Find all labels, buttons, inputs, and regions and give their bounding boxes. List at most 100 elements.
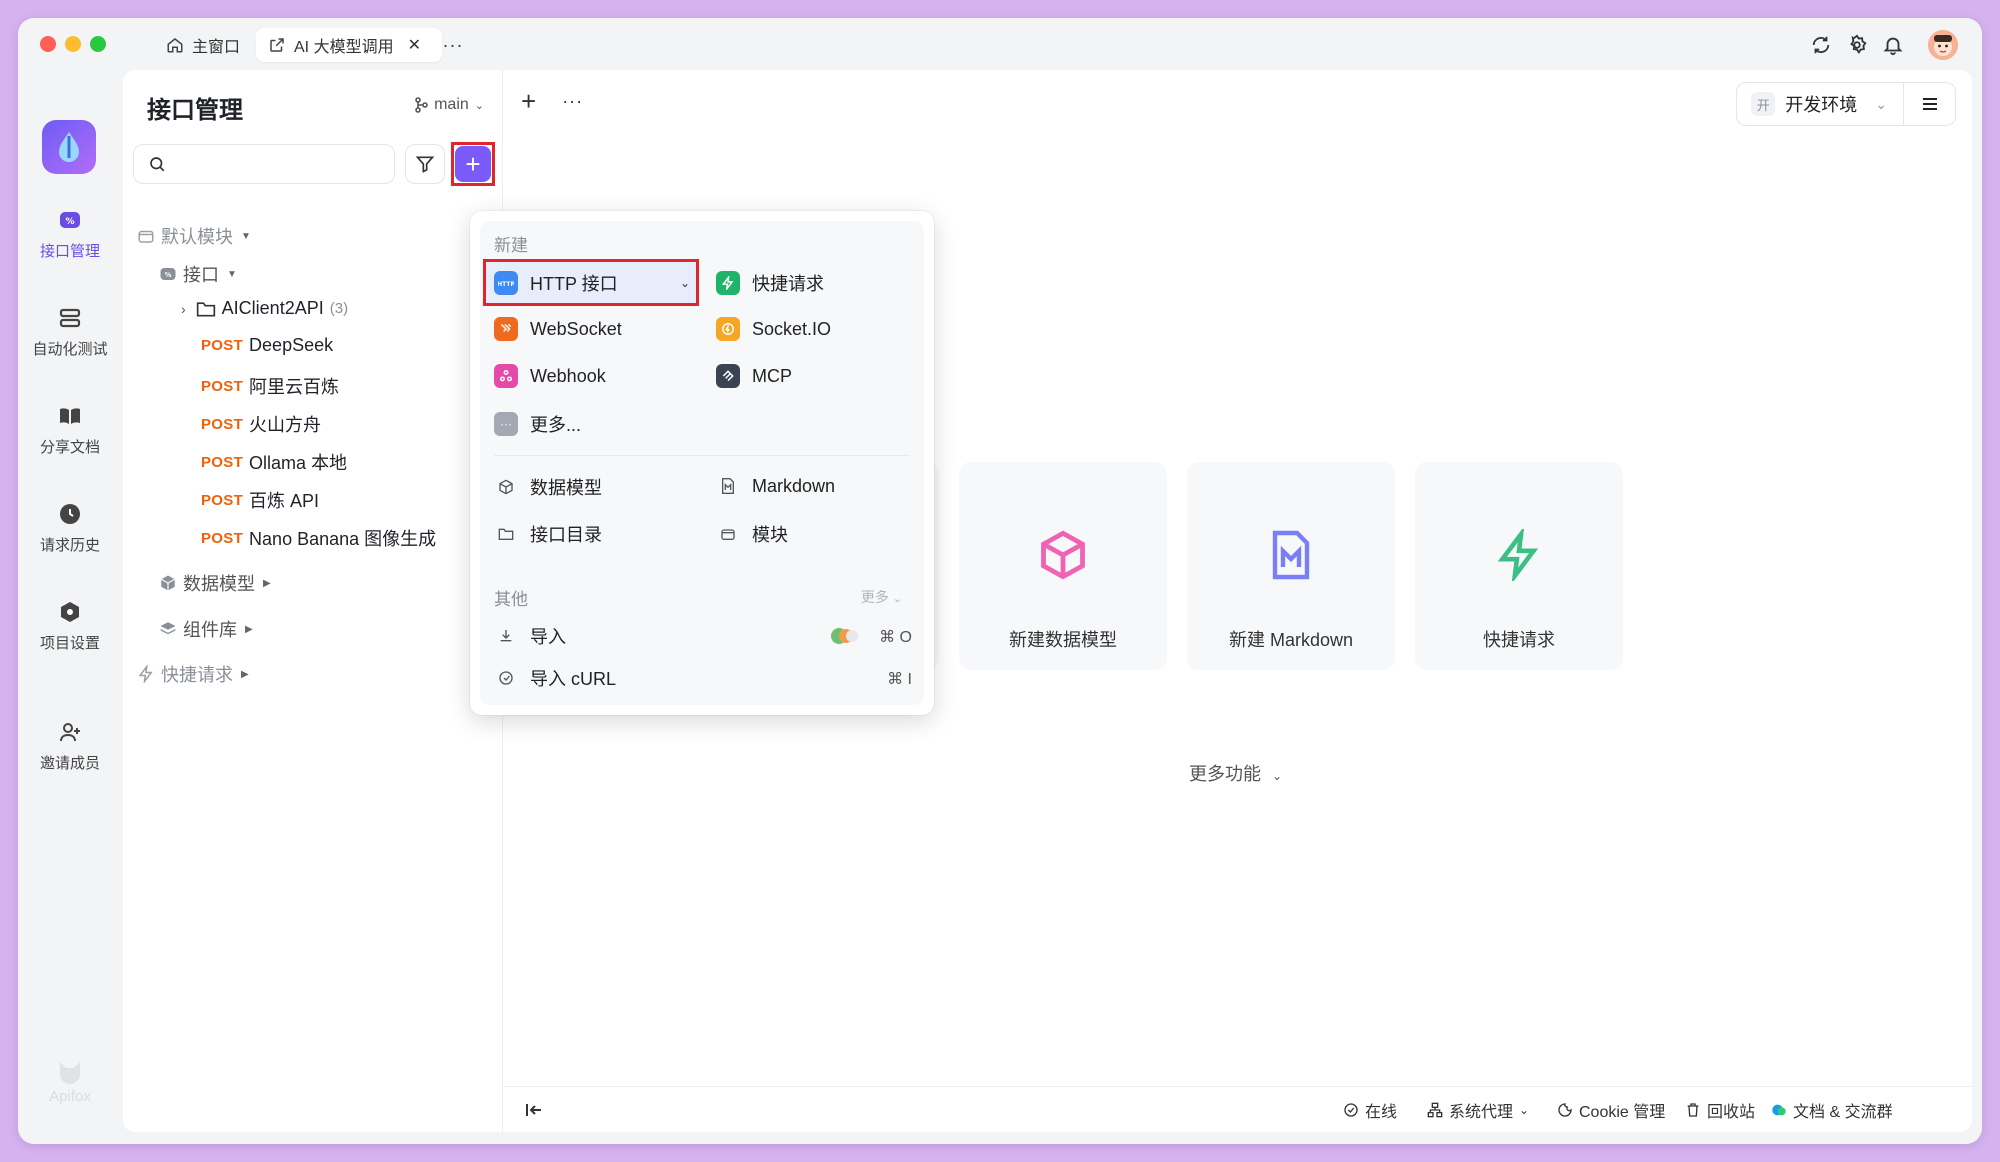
menu-item-label: Markdown xyxy=(752,475,836,496)
card-new-markdown[interactable]: 新建 Markdown xyxy=(1187,462,1395,670)
rail-item-invite[interactable]: 邀请成员 xyxy=(18,720,122,773)
menu-item-socketio[interactable]: Socket.IO xyxy=(716,317,831,341)
menu-item-websocket[interactable]: WebSocket xyxy=(494,317,622,341)
method-badge: POST xyxy=(201,453,244,471)
bell-icon[interactable] xyxy=(1880,32,1906,58)
endpoint-name: 阿里云百炼 xyxy=(249,377,340,397)
endpoint-name: 百炼 API xyxy=(249,491,320,511)
method-badge: POST xyxy=(201,529,244,547)
rail-item-automation[interactable]: 自动化测试 xyxy=(18,306,122,359)
tree-label: 数据模型 xyxy=(183,574,255,594)
cookie-icon xyxy=(1558,1102,1572,1117)
maximize-window-button[interactable] xyxy=(90,36,106,52)
proxy-selector[interactable]: 系统代理 ⌄ xyxy=(1427,1098,1529,1122)
trash-button[interactable]: 回收站 xyxy=(1685,1098,1755,1122)
rail-label: 请求历史 xyxy=(39,537,100,554)
search-input[interactable] xyxy=(133,144,395,184)
tree-quick-requests[interactable]: 快捷请求 ▶ xyxy=(137,661,249,687)
more-icon[interactable]: ··· xyxy=(562,86,583,117)
other-more-button[interactable]: 更多 ⌄ xyxy=(861,587,902,607)
http-icon: HTTP xyxy=(494,271,518,295)
menu-item-label: Socket.IO xyxy=(752,318,832,339)
tab-home[interactable]: 主窗口 xyxy=(154,28,252,62)
card-new-data-model[interactable]: 新建数据模型 xyxy=(959,462,1167,670)
menu-item-webhook[interactable]: Webhook xyxy=(494,364,606,388)
endpoint-item[interactable]: POST 阿里云百炼 xyxy=(201,373,339,399)
menu-item-http[interactable]: HTTP HTTP 接口 ⌄ xyxy=(494,270,690,296)
endpoint-item[interactable]: POST Ollama 本地 xyxy=(201,449,347,475)
collapse-sidebar-icon[interactable] xyxy=(525,1102,543,1118)
menu-item-import-curl[interactable]: 导入 cURL xyxy=(494,665,616,691)
cube-icon xyxy=(160,575,176,591)
close-tab-icon[interactable]: ✕ xyxy=(408,35,421,55)
tab-home-label: 主窗口 xyxy=(192,39,241,56)
add-new-button[interactable]: + xyxy=(451,142,495,186)
close-window-button[interactable] xyxy=(40,36,56,52)
endpoint-item[interactable]: POST 火山方舟 xyxy=(201,411,321,437)
tab-active-label: AI 大模型调用 xyxy=(294,39,394,56)
tree-folder[interactable]: › AIClient2API (3) xyxy=(181,298,348,319)
rail-item-history[interactable]: 请求历史 xyxy=(18,502,122,555)
status-label: 文档 & 交流群 xyxy=(1793,1103,1893,1121)
rail-item-share-docs[interactable]: 分享文档 xyxy=(18,404,122,457)
menu-item-label: Webhook xyxy=(530,365,606,386)
sync-icon[interactable] xyxy=(1808,32,1834,58)
tree-components[interactable]: 组件库 ▶ xyxy=(159,616,253,642)
endpoint-name: DeepSeek xyxy=(249,335,334,355)
docs-community[interactable]: 文档 & 交流群 xyxy=(1771,1098,1893,1122)
menu-item-mcp[interactable]: MCP xyxy=(716,364,792,388)
cube-icon xyxy=(1041,530,1085,580)
branch-selector[interactable]: main ⌄ xyxy=(414,96,484,114)
menu-item-label: HTTP 接口 xyxy=(530,274,618,294)
tab-active[interactable]: AI 大模型调用 ✕ xyxy=(256,28,442,62)
card-quick-request[interactable]: 快捷请求 xyxy=(1415,462,1623,670)
check-circle-icon xyxy=(1344,1102,1358,1117)
menu-item-markdown[interactable]: Markdown xyxy=(716,474,835,498)
avatar[interactable] xyxy=(1928,30,1958,60)
menu-item-module[interactable]: 模块 xyxy=(716,521,788,547)
menu-item-api-directory[interactable]: 接口目录 xyxy=(494,521,602,547)
rail-label: 项目设置 xyxy=(39,635,100,652)
more-features-button[interactable]: 更多功能 ⌄ xyxy=(1189,760,1282,786)
menu-item-import[interactable]: 导入 xyxy=(494,623,566,649)
tree-apis[interactable]: % 接口 ▼ xyxy=(159,261,237,287)
gear-icon[interactable] xyxy=(1844,32,1870,58)
chevron-right-icon: › xyxy=(181,300,186,317)
menu-item-data-model[interactable]: 数据模型 xyxy=(494,474,602,500)
menu-item-more[interactable]: ··· 更多... xyxy=(494,411,581,437)
new-tab-icon[interactable]: + xyxy=(521,86,536,117)
tree-default-module[interactable]: 默认模块 ▼ xyxy=(137,223,251,249)
card-label: 新建 Markdown xyxy=(1228,630,1354,650)
menu-header-new: 新建 xyxy=(494,236,528,255)
chevron-down-icon[interactable]: ⌄ xyxy=(680,276,690,290)
menu-button[interactable] xyxy=(1903,83,1955,125)
filter-button[interactable] xyxy=(405,144,445,184)
endpoint-item[interactable]: POST Nano Banana 图像生成 xyxy=(201,525,436,551)
app-logo xyxy=(42,120,96,174)
online-status[interactable]: 在线 xyxy=(1343,1098,1397,1122)
endpoint-item[interactable]: POST DeepSeek xyxy=(201,335,333,356)
tree-data-models[interactable]: 数据模型 ▶ xyxy=(159,570,271,596)
more-tabs-icon[interactable]: ··· xyxy=(440,32,466,58)
module-icon xyxy=(716,522,740,546)
cookie-manager[interactable]: Cookie 管理 xyxy=(1557,1098,1665,1122)
import-icon xyxy=(494,624,518,648)
chevron-down-icon: ⌄ xyxy=(892,593,902,605)
environment-selector[interactable]: 开 开发环境 ⌄ xyxy=(1736,82,1956,126)
minimize-window-button[interactable] xyxy=(65,36,81,52)
api-icon: % xyxy=(160,268,176,280)
method-badge: POST xyxy=(201,337,244,354)
rail-item-api-management[interactable]: % 接口管理 xyxy=(18,208,122,261)
menu-divider xyxy=(494,455,910,456)
book-icon xyxy=(60,408,80,424)
api-sidebar: 接口管理 main ⌄ + 默认模块 ▼ % 接口 ▼ › AIClient2A… xyxy=(123,70,503,1132)
endpoint-item[interactable]: POST 百炼 API xyxy=(201,487,319,513)
rail-item-project-settings[interactable]: 项目设置 xyxy=(18,600,122,653)
filter-icon xyxy=(415,156,435,173)
folder-count: (3) xyxy=(329,300,349,317)
webhook-icon xyxy=(494,364,518,388)
module-icon xyxy=(138,230,154,243)
more-features-label: 更多功能 xyxy=(1189,764,1261,784)
menu-item-label: 接口目录 xyxy=(530,525,602,545)
menu-item-quick-request[interactable]: 快捷请求 xyxy=(716,270,824,296)
